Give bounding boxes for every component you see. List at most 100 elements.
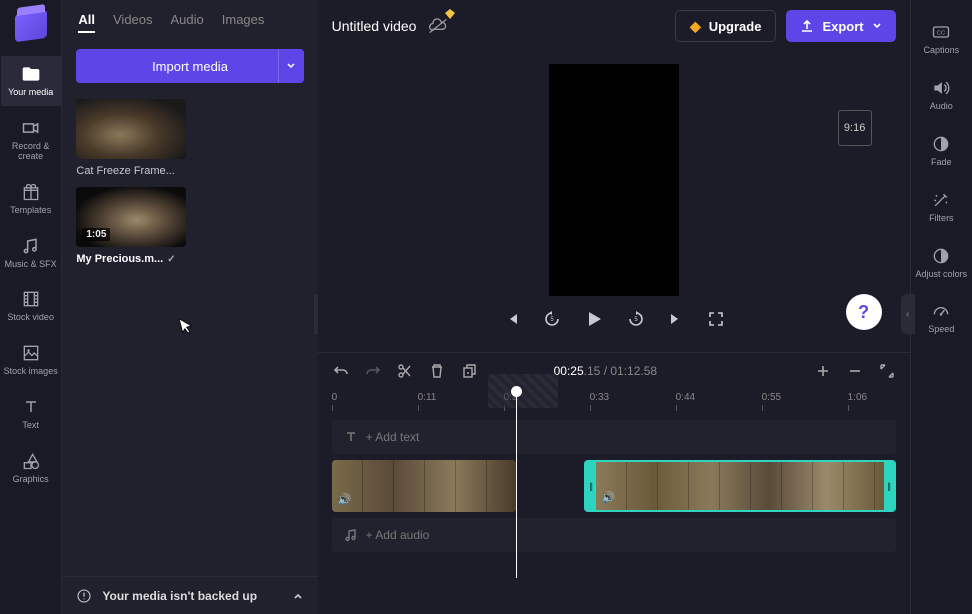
- chevron-down-icon: [872, 21, 882, 31]
- media-panel: All Videos Audio Images Import media Cat…: [62, 0, 317, 614]
- cursor-icon: [178, 314, 196, 335]
- upgrade-button[interactable]: ◆ Upgrade: [675, 10, 777, 42]
- import-caret-icon[interactable]: [278, 49, 304, 83]
- redo-button[interactable]: [364, 362, 382, 380]
- magic-wand-icon: [931, 190, 951, 210]
- media-item-name: Cat Freeze Frame...: [76, 165, 186, 177]
- cloud-sync-icon[interactable]: [428, 18, 448, 34]
- help-button[interactable]: ?: [846, 294, 882, 330]
- delete-button[interactable]: [428, 362, 446, 380]
- skip-start-button[interactable]: [501, 308, 523, 330]
- nav-stock-video[interactable]: Stock video: [1, 281, 61, 331]
- rail-fade[interactable]: Fade: [911, 126, 971, 176]
- right-rail: ‹ CC Captions Audio Fade Filters Adjust …: [910, 0, 972, 614]
- zoom-fit-button[interactable]: [878, 362, 896, 380]
- nav-text[interactable]: Text: [1, 389, 61, 439]
- nav-music-sfx[interactable]: Music & SFX: [1, 228, 61, 278]
- diamond-icon: ◆: [690, 18, 701, 35]
- upload-icon: [800, 19, 814, 33]
- export-button[interactable]: Export: [786, 10, 895, 42]
- media-grid: Cat Freeze Frame... 1:05 My Precious.m..…: [62, 91, 317, 273]
- text-track[interactable]: + Add text: [332, 420, 896, 454]
- media-item[interactable]: Cat Freeze Frame...: [76, 99, 186, 177]
- folder-icon: [21, 64, 41, 84]
- clip-handle-right[interactable]: ||: [884, 462, 894, 510]
- nav-your-media[interactable]: Your media: [1, 56, 61, 106]
- nav-stock-images[interactable]: Stock images: [1, 335, 61, 385]
- preview-area: 9:16 ? 5 5: [318, 52, 910, 352]
- split-button[interactable]: [396, 362, 414, 380]
- media-item-name: My Precious.m...✓: [76, 253, 186, 265]
- backup-status-bar[interactable]: Your media isn't backed up: [62, 576, 317, 614]
- import-media-button[interactable]: Import media: [76, 49, 303, 83]
- undo-button[interactable]: [332, 362, 350, 380]
- camera-icon: [21, 118, 41, 138]
- timeline-ruler[interactable]: 0 0:11 0:2 0:33 0:44 0:55 1:06: [318, 388, 910, 414]
- speaker-icon: 🔊: [602, 491, 616, 504]
- captions-icon: CC: [931, 22, 951, 42]
- forward-button[interactable]: 5: [625, 308, 647, 330]
- media-tabs: All Videos Audio Images: [62, 0, 317, 41]
- fullscreen-button[interactable]: [705, 308, 727, 330]
- fade-icon: [931, 134, 951, 154]
- project-title[interactable]: Untitled video: [332, 18, 417, 34]
- app-logo[interactable]: [15, 10, 47, 42]
- nav-rail: Your media Record & create Templates Mus…: [0, 0, 62, 614]
- chevron-up-icon: [292, 590, 304, 602]
- music-icon: [21, 236, 41, 256]
- speaker-icon: 🔊: [338, 493, 352, 506]
- text-icon: [21, 397, 41, 417]
- transport-controls: 5 5: [501, 306, 727, 332]
- zoom-in-button[interactable]: [814, 362, 832, 380]
- alert-icon: [76, 588, 92, 604]
- film-icon: [21, 289, 41, 309]
- check-icon: ✓: [167, 254, 175, 265]
- tab-all[interactable]: All: [78, 12, 95, 33]
- tracks-area: + Add text 🔊 My Precious.mp4 || 🔊 ||: [318, 414, 910, 564]
- clip-handle-left[interactable]: ||: [586, 462, 596, 510]
- freeze-frame-zone: [488, 374, 558, 408]
- image-icon: [21, 343, 41, 363]
- rail-captions[interactable]: CC Captions: [911, 14, 971, 64]
- timeline-clip[interactable]: 🔊: [332, 460, 516, 512]
- topbar: Untitled video ◆ Upgrade Export: [318, 0, 910, 52]
- media-duration: 1:05: [82, 228, 110, 241]
- skip-end-button[interactable]: [665, 308, 687, 330]
- timeline-toolbar: 00:25.15 / 01:12.58: [318, 352, 910, 388]
- timecode-display: 00:25.15 / 01:12.58: [554, 364, 657, 378]
- rail-speed[interactable]: Speed: [911, 293, 971, 343]
- audio-track-icon: [344, 528, 358, 542]
- speaker-icon: [931, 78, 951, 98]
- nav-templates[interactable]: Templates: [1, 174, 61, 224]
- preview-canvas[interactable]: [549, 64, 679, 296]
- svg-text:CC: CC: [937, 31, 945, 37]
- duplicate-button[interactable]: [460, 362, 478, 380]
- text-track-icon: [344, 430, 358, 444]
- shapes-icon: [21, 451, 41, 471]
- tab-images[interactable]: Images: [222, 12, 265, 33]
- zoom-out-button[interactable]: [846, 362, 864, 380]
- gauge-icon: [931, 301, 951, 321]
- svg-text:5: 5: [550, 317, 554, 323]
- svg-text:5: 5: [634, 317, 638, 323]
- timeline-clip-selected[interactable]: My Precious.mp4 || 🔊 ||: [584, 460, 896, 512]
- aspect-ratio-badge[interactable]: 9:16: [838, 110, 872, 146]
- tab-videos[interactable]: Videos: [113, 12, 153, 33]
- rail-adjust-colors[interactable]: Adjust colors: [911, 238, 971, 288]
- nav-graphics[interactable]: Graphics: [1, 443, 61, 493]
- diamond-badge-icon: [444, 8, 456, 20]
- rail-filters[interactable]: Filters: [911, 182, 971, 232]
- video-track: 🔊 My Precious.mp4 || 🔊 ||: [332, 460, 896, 512]
- media-item[interactable]: 1:05 My Precious.m...✓: [76, 187, 186, 265]
- nav-record-create[interactable]: Record & create: [1, 110, 61, 170]
- playhead[interactable]: [516, 388, 517, 578]
- right-rail-collapse-handle[interactable]: ‹: [901, 294, 915, 334]
- gift-icon: [21, 182, 41, 202]
- audio-track[interactable]: + Add audio: [332, 518, 896, 552]
- rail-audio[interactable]: Audio: [911, 70, 971, 120]
- contrast-icon: [931, 246, 951, 266]
- tab-audio[interactable]: Audio: [171, 12, 204, 33]
- main-area: Untitled video ◆ Upgrade Export: [318, 0, 910, 614]
- play-button[interactable]: [581, 306, 607, 332]
- rewind-button[interactable]: 5: [541, 308, 563, 330]
